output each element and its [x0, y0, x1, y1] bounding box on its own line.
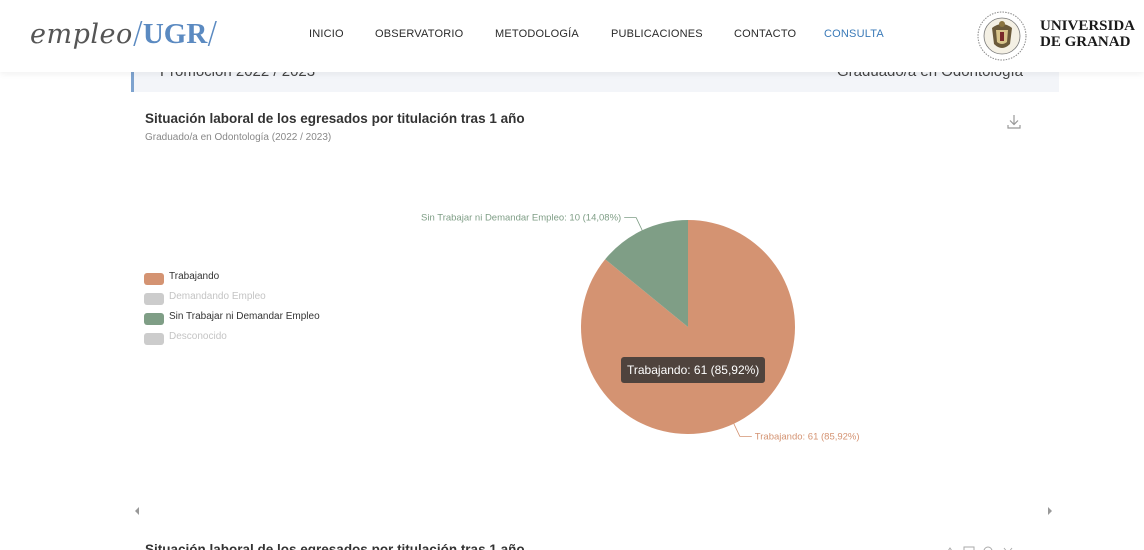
nav-consulta[interactable]: CONSULTA — [824, 28, 884, 40]
data-label-sin-trabajar: Sin Trabajar ni Demandar Empleo: 10 (14,… — [421, 213, 621, 224]
nav-inicio[interactable]: INICIO — [309, 28, 344, 40]
main-nav: INICIO OBSERVATORIO METODOLOGÍA PUBLICAC… — [0, 28, 1144, 42]
next-chart-title: Situación laboral de los egresados por t… — [145, 542, 525, 550]
university-name[interactable]: UNIVERSIDA DE GRANAD — [1040, 18, 1135, 50]
university-crest-icon[interactable] — [976, 10, 1028, 62]
chevron-right-icon[interactable] — [1046, 506, 1054, 516]
nav-observatorio[interactable]: OBSERVATORIO — [375, 28, 463, 40]
chart-tooltip: Trabajando: 61 (85,92%) — [621, 357, 766, 383]
site-header: empleo/UGR/ INICIO OBSERVATORIO METODOLO… — [0, 0, 1144, 72]
leader-line-sin-trabajar — [624, 217, 643, 231]
leader-line-trabajando — [733, 423, 752, 437]
data-label-trabajando: Trabajando: 61 (85,92%) — [755, 431, 860, 442]
chevron-left-icon[interactable] — [133, 506, 141, 516]
nav-publicaciones[interactable]: PUBLICACIONES — [611, 28, 703, 40]
pie-slices — [581, 220, 795, 434]
pie-chart: Trabajando: 61 (85,92%) Sin Trabajar ni … — [421, 213, 860, 443]
nav-contacto[interactable]: CONTACTO — [734, 28, 796, 40]
nav-metodologia[interactable]: METODOLOGÍA — [495, 28, 579, 40]
university-name-line2: DE GRANAD — [1040, 34, 1131, 50]
next-chart-tools — [948, 546, 1013, 550]
university-name-line1: UNIVERSIDA — [1040, 18, 1136, 34]
